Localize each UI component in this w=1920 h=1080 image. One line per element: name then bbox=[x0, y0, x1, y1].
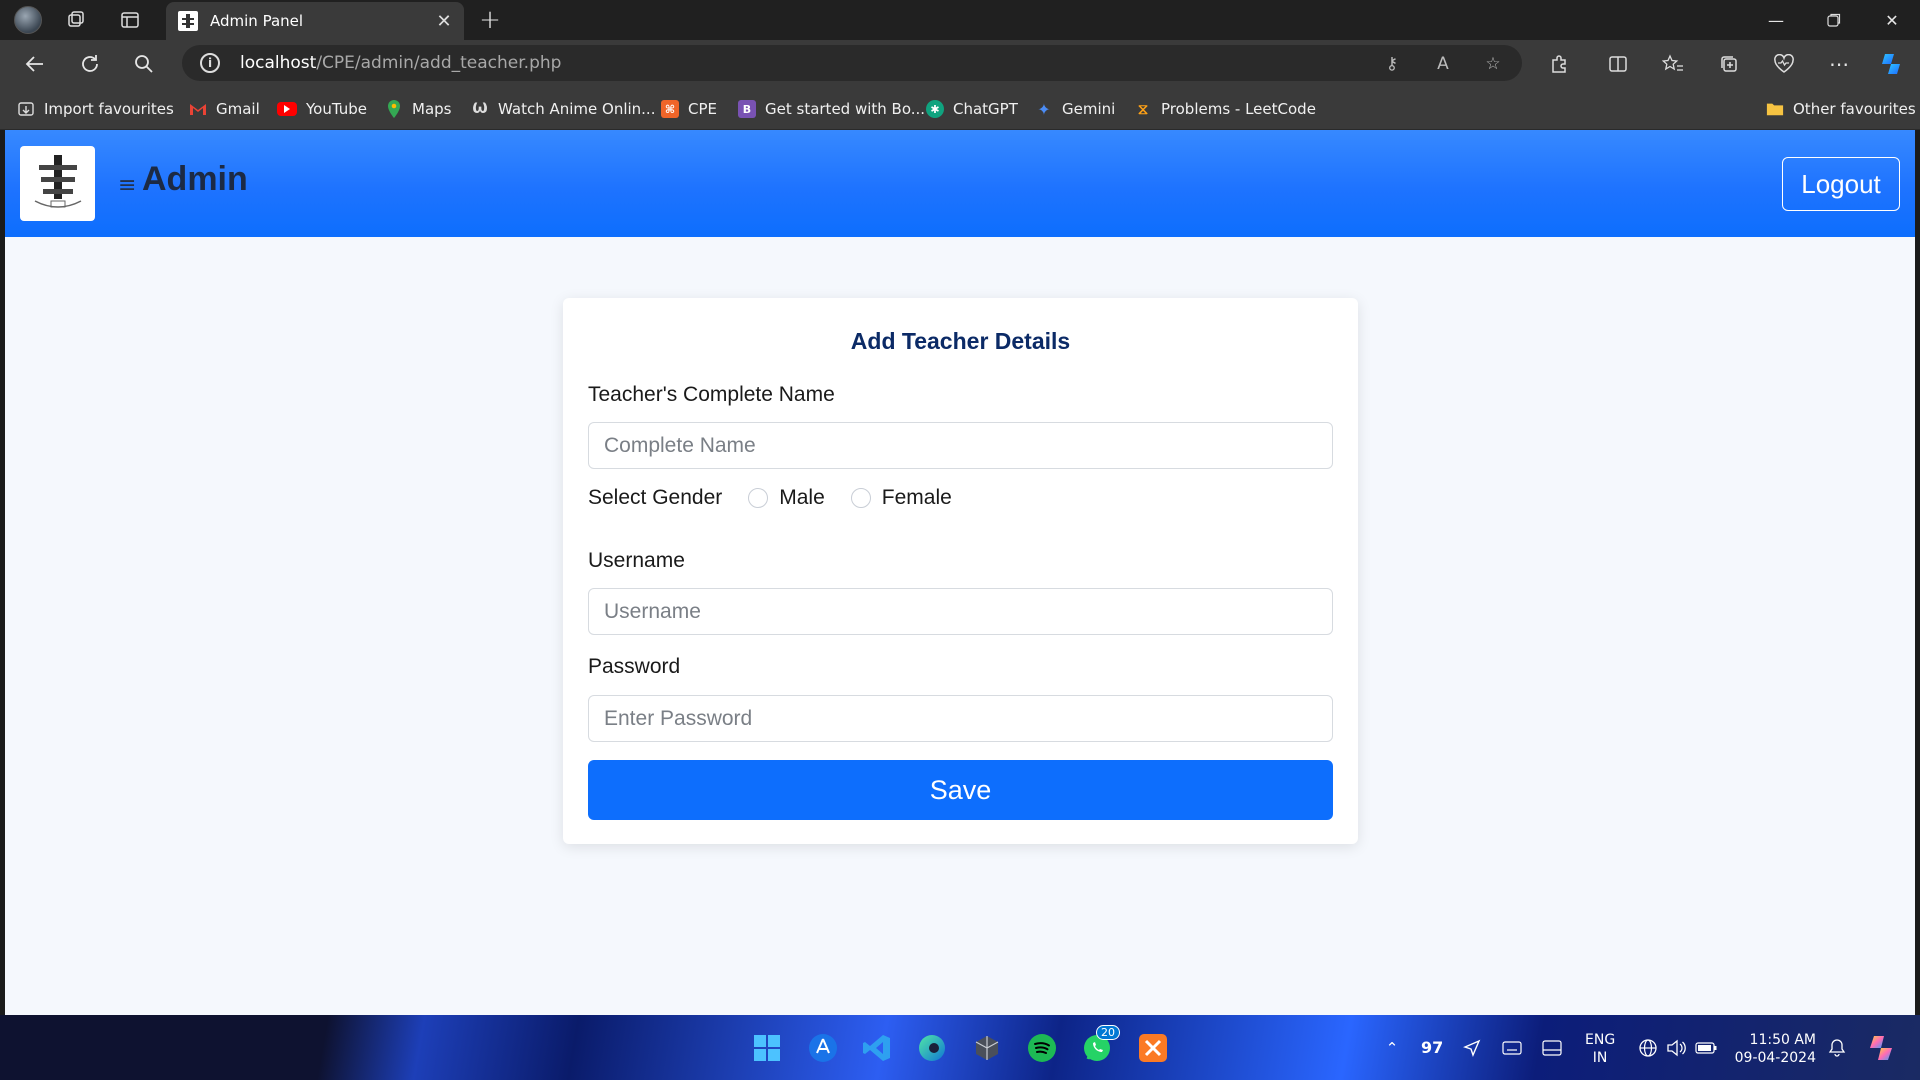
whatsapp-icon[interactable]: 20 bbox=[1080, 1025, 1120, 1065]
maps-icon bbox=[385, 100, 403, 118]
site-info-icon[interactable]: i bbox=[200, 53, 220, 73]
workspaces-icon[interactable] bbox=[64, 8, 88, 32]
save-button[interactable]: Save bbox=[588, 760, 1333, 820]
bookmark-youtube[interactable]: YouTube bbox=[277, 98, 367, 120]
gender-male-label[interactable]: Male bbox=[779, 486, 825, 510]
chatgpt-icon: ✱ bbox=[926, 100, 944, 118]
browser-tab-bar: Admin Panel ✕ + — ✕ bbox=[0, 0, 1920, 40]
gemini-icon: ✦ bbox=[1037, 99, 1051, 119]
collections-icon[interactable] bbox=[1716, 51, 1742, 77]
app-store-icon[interactable] bbox=[806, 1031, 840, 1065]
restore-icon[interactable] bbox=[1806, 0, 1862, 40]
username-label: Username bbox=[588, 549, 685, 572]
split-screen-icon[interactable] bbox=[1605, 51, 1631, 77]
name-label: Teacher's Complete Name bbox=[588, 383, 835, 406]
complete-name-input[interactable] bbox=[588, 422, 1333, 469]
import-icon bbox=[17, 100, 35, 118]
folder-icon bbox=[1766, 100, 1784, 118]
favorite-star-icon[interactable]: ☆ bbox=[1482, 53, 1504, 75]
location-icon[interactable] bbox=[1461, 1037, 1483, 1059]
refresh-icon[interactable] bbox=[77, 51, 103, 77]
more-options-icon[interactable]: ⋯ bbox=[1826, 51, 1852, 77]
form-title: Add Teacher Details bbox=[850, 328, 1071, 354]
notifications-icon[interactable] bbox=[1826, 1037, 1848, 1059]
leetcode-icon: ⧖ bbox=[1137, 100, 1149, 118]
gender-male-radio[interactable] bbox=[748, 488, 769, 508]
clock[interactable]: 11:50 AM 09-04-2024 bbox=[1734, 1031, 1816, 1067]
favorites-icon[interactable] bbox=[1660, 51, 1686, 77]
tab-admin-panel[interactable]: Admin Panel ✕ bbox=[166, 2, 464, 40]
keyboard-icon[interactable] bbox=[1501, 1037, 1523, 1059]
taskbar-wallpaper bbox=[0, 1015, 1920, 1080]
youtube-icon bbox=[277, 102, 297, 116]
unity-icon[interactable] bbox=[970, 1031, 1004, 1065]
username-input[interactable] bbox=[588, 588, 1333, 635]
bookmark-gemini[interactable]: ✦ Gemini bbox=[1035, 98, 1115, 120]
tab-favicon-icon bbox=[178, 11, 198, 31]
bookmark-gmail[interactable]: Gmail bbox=[189, 98, 260, 120]
temperature-text[interactable]: 97 bbox=[1421, 1039, 1443, 1057]
profile-avatar[interactable] bbox=[14, 6, 42, 34]
college-logo bbox=[20, 146, 95, 221]
read-aloud-icon[interactable]: A bbox=[1432, 53, 1454, 75]
tab-title: Admin Panel bbox=[210, 12, 304, 30]
gender-female-radio[interactable] bbox=[850, 488, 871, 508]
bookmark-bootstrap[interactable]: B Get started with Bo... bbox=[738, 98, 925, 120]
tab-close-icon[interactable]: ✕ bbox=[432, 9, 456, 33]
vscode-icon[interactable] bbox=[860, 1031, 894, 1065]
start-icon[interactable] bbox=[750, 1031, 784, 1065]
admin-header: ≡ Admin Logout bbox=[5, 130, 1915, 237]
bookmark-watch-anime[interactable]: Ѡ Watch Anime Onlin... bbox=[471, 98, 655, 120]
bookmark-leetcode[interactable]: ⧖ Problems - LeetCode bbox=[1134, 98, 1316, 120]
page-content: ≡ Admin Logout Add Teacher Details Teach… bbox=[5, 130, 1915, 1015]
volume-icon[interactable] bbox=[1665, 1037, 1687, 1059]
address-bar[interactable]: i localhost/CPE/admin/add_teacher.php ⚷ … bbox=[182, 45, 1522, 81]
bookmark-import-favourites[interactable]: Import favourites bbox=[17, 98, 174, 120]
anime-icon: Ѡ bbox=[472, 101, 488, 117]
bookmarks-bar: Import favourites Gmail YouTube Maps Ѡ W… bbox=[0, 86, 1920, 130]
hamburger-menu-icon[interactable]: ≡ bbox=[118, 173, 136, 198]
language-indicator[interactable]: ENG IN bbox=[1585, 1031, 1615, 1067]
gender-label: Select Gender bbox=[588, 486, 723, 509]
windows-taskbar: 20 ⌃ 97 ENG IN 11:50 AM 09-04-2024 bbox=[0, 1015, 1920, 1080]
bookmark-chatgpt[interactable]: ✱ ChatGPT bbox=[926, 98, 1018, 120]
gender-female-label[interactable]: Female bbox=[882, 486, 952, 510]
spotify-icon[interactable] bbox=[1025, 1031, 1059, 1065]
password-input[interactable] bbox=[588, 695, 1333, 742]
back-icon[interactable] bbox=[22, 51, 48, 77]
gender-group: Select Gender Male Female bbox=[588, 484, 978, 512]
close-window-icon[interactable]: ✕ bbox=[1864, 0, 1920, 40]
bookmark-other-favourites[interactable]: Other favourites bbox=[1766, 98, 1916, 120]
minimize-icon[interactable]: — bbox=[1748, 0, 1804, 40]
bookmark-cpe[interactable]: ⌘ CPE bbox=[661, 98, 717, 120]
copilot-icon[interactable] bbox=[1878, 51, 1904, 77]
cpe-icon: ⌘ bbox=[661, 100, 679, 118]
vertical-tabs-icon[interactable] bbox=[118, 8, 142, 32]
battery-icon[interactable] bbox=[1695, 1037, 1717, 1059]
passwords-icon[interactable]: ⚷ bbox=[1381, 53, 1403, 75]
password-label: Password bbox=[588, 655, 681, 678]
search-icon[interactable] bbox=[131, 51, 157, 77]
logout-button[interactable]: Logout bbox=[1782, 157, 1900, 211]
page-title: Admin bbox=[142, 160, 248, 198]
bookmark-maps[interactable]: Maps bbox=[385, 98, 451, 120]
browser-essentials-icon[interactable] bbox=[1771, 51, 1797, 77]
edge-icon[interactable] bbox=[915, 1031, 949, 1065]
copilot-taskbar-icon[interactable] bbox=[1866, 1033, 1896, 1063]
whatsapp-badge: 20 bbox=[1096, 1025, 1120, 1040]
network-icon[interactable] bbox=[1637, 1037, 1659, 1059]
extensions-icon[interactable] bbox=[1546, 51, 1572, 77]
touchpad-icon[interactable] bbox=[1541, 1037, 1563, 1059]
add-teacher-card: Add Teacher Details Teacher's Complete N… bbox=[563, 298, 1358, 844]
xampp-icon[interactable] bbox=[1136, 1031, 1170, 1065]
bootstrap-icon: B bbox=[738, 100, 756, 118]
show-hidden-icons-chevron-icon[interactable]: ⌃ bbox=[1381, 1037, 1403, 1059]
url-text[interactable]: localhost/CPE/admin/add_teacher.php bbox=[240, 53, 561, 73]
gmail-icon bbox=[189, 100, 207, 118]
new-tab-icon[interactable]: + bbox=[478, 5, 502, 35]
browser-nav-bar: i localhost/CPE/admin/add_teacher.php ⚷ … bbox=[0, 40, 1920, 86]
